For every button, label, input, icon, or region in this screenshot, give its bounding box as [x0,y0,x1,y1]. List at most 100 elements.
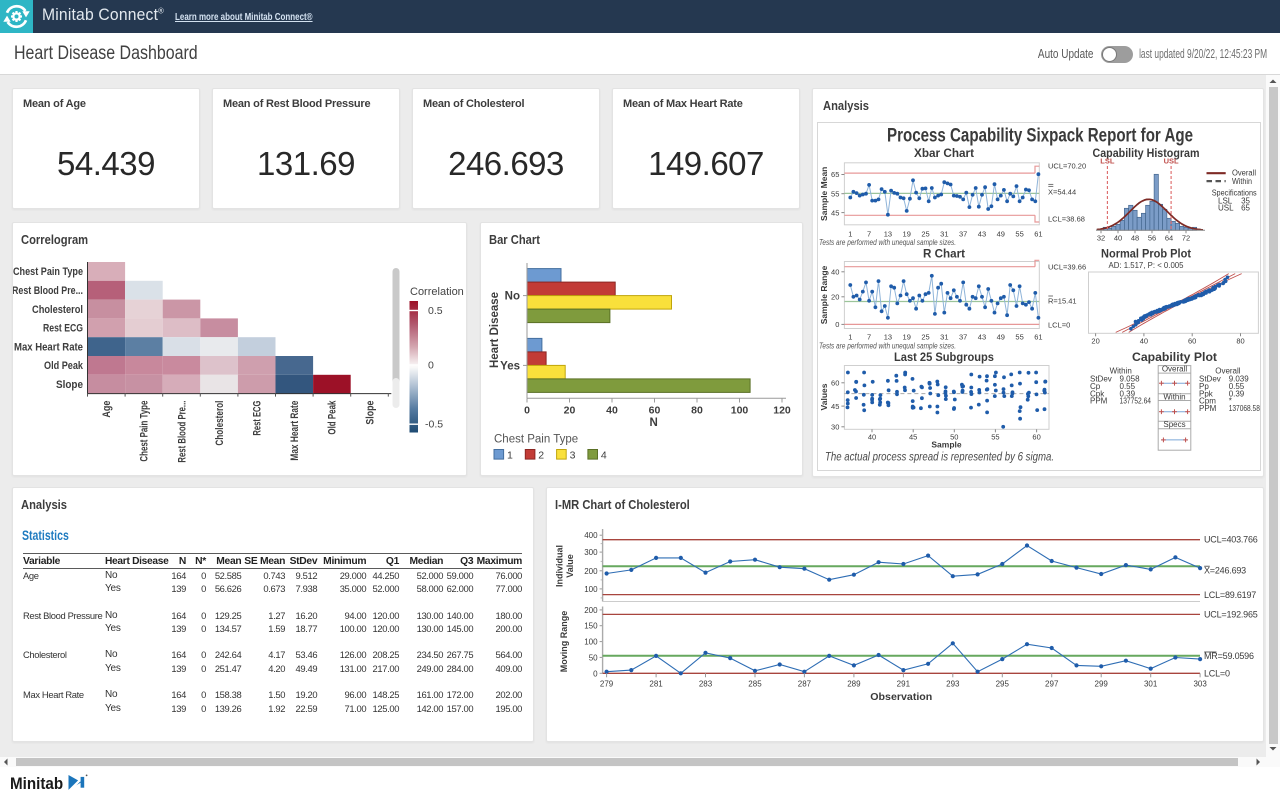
svg-text:MR=59.0596: MR=59.0596 [1204,651,1254,661]
svg-text:60: 60 [831,379,839,388]
svg-text:PPM: PPM [1090,397,1108,406]
svg-text:100: 100 [731,405,749,417]
svg-text:60: 60 [1032,432,1040,441]
svg-text:200: 200 [584,606,598,615]
svg-text:Rest ECG: Rest ECG [252,401,264,436]
svg-text:301: 301 [1144,680,1158,689]
svg-text:72: 72 [1182,233,1190,242]
svg-text:UCL=192.965: UCL=192.965 [1204,610,1258,620]
svg-text:285: 285 [748,680,762,689]
svg-text:50: 50 [589,653,598,662]
svg-text:1: 1 [507,449,513,461]
svg-text:200: 200 [584,567,598,576]
svg-text:0: 0 [524,405,530,417]
svg-text:40: 40 [868,432,876,441]
svg-text:Rest Blood Pre...: Rest Blood Pre... [176,401,188,463]
svg-text:297: 297 [1045,680,1059,689]
svg-text:20: 20 [564,405,576,417]
svg-text:64: 64 [1165,233,1173,242]
svg-text:303: 303 [1193,680,1207,689]
svg-text:No: No [505,291,520,303]
svg-text:56: 56 [1148,233,1156,242]
svg-text:Max Heart Rate: Max Heart Rate [289,401,301,461]
svg-text:LCL=38.68: LCL=38.68 [1048,214,1085,223]
svg-text:Xbar Chart: Xbar Chart [914,146,974,160]
svg-text:60: 60 [1188,336,1196,345]
svg-text:55: 55 [991,432,999,441]
svg-text:25: 25 [921,333,929,342]
svg-text:400: 400 [584,531,598,540]
svg-text:Chest Pain Type: Chest Pain Type [13,266,83,278]
svg-text:LCL=0: LCL=0 [1204,669,1230,679]
svg-text:Old Peak: Old Peak [44,360,84,372]
svg-text:Moving Range: Moving Range [559,611,569,673]
svg-text:295: 295 [996,680,1010,689]
svg-text:0: 0 [428,360,434,372]
svg-text:49: 49 [997,230,1005,239]
svg-text:40: 40 [1140,336,1148,345]
svg-text:Rest ECG: Rest ECG [43,323,83,335]
svg-text:Process Capability Sixpack Rep: Process Capability Sixpack Report for Ag… [887,126,1193,147]
svg-text:Cholesterol: Cholesterol [32,304,83,316]
svg-text:32: 32 [1097,233,1105,242]
svg-text:7: 7 [867,333,871,342]
svg-text:283: 283 [699,680,713,689]
svg-text:2: 2 [538,449,544,461]
svg-text:293: 293 [946,680,960,689]
svg-text:0: 0 [593,669,598,678]
svg-text:UCL=70.20: UCL=70.20 [1048,162,1086,171]
svg-text:291: 291 [897,680,911,689]
svg-text:Yes: Yes [500,360,520,372]
svg-text:287: 287 [798,680,812,689]
svg-text:0.5: 0.5 [428,305,443,317]
svg-text:R=15.41: R=15.41 [1048,297,1077,306]
svg-text:19: 19 [903,333,911,342]
svg-text:Value: Value [565,554,575,578]
svg-text:45: 45 [909,432,917,441]
svg-text:45: 45 [831,402,839,411]
svg-text:Cholesterol: Cholesterol [214,401,226,446]
svg-text:LSL: LSL [1100,157,1115,166]
svg-text:UCL=403.766: UCL=403.766 [1204,535,1258,545]
svg-text:13: 13 [884,333,892,342]
svg-text:120: 120 [773,405,791,417]
svg-text:Values: Values [819,383,829,410]
svg-text:80: 80 [1236,336,1244,345]
svg-text:Max Heart Rate: Max Heart Rate [14,341,83,353]
svg-text:150: 150 [584,622,598,631]
svg-text:USL: USL [1218,204,1234,213]
svg-text:Age: Age [101,401,113,418]
svg-text:289: 289 [847,680,861,689]
svg-text:X=54.44: X=54.44 [1048,187,1076,196]
svg-text:Sample: Sample [931,440,962,450]
svg-text:Rest Blood Pre...: Rest Blood Pre... [13,285,83,297]
svg-text:20: 20 [831,293,839,302]
svg-text:55: 55 [1015,230,1023,239]
svg-text:Sample Mean: Sample Mean [819,167,829,221]
svg-text:37: 37 [959,230,967,239]
svg-text:55: 55 [1015,333,1023,342]
svg-text:Individual: Individual [555,545,565,587]
svg-text:Old Peak: Old Peak [327,400,339,435]
svg-text:Within: Within [1232,177,1252,186]
svg-text:40: 40 [606,405,618,417]
svg-text:65: 65 [1241,204,1250,213]
svg-text:AD: 1.517, P: < 0.005: AD: 1.517, P: < 0.005 [1109,261,1185,270]
svg-text:137752.64: 137752.64 [1120,397,1152,406]
svg-text:Capability Plot: Capability Plot [1132,350,1217,364]
svg-text:0: 0 [835,320,839,329]
svg-text:37: 37 [959,333,967,342]
svg-text:31: 31 [940,333,948,342]
svg-text:Chest Pain Type: Chest Pain Type [494,434,578,446]
svg-text:45: 45 [831,208,839,217]
svg-text:1: 1 [848,333,852,342]
svg-text:3: 3 [570,449,576,461]
svg-text:300: 300 [584,548,598,557]
svg-text:281: 281 [649,680,663,689]
svg-text:Slope: Slope [56,379,83,391]
svg-text:61: 61 [1034,230,1042,239]
svg-text:-0.5: -0.5 [425,419,443,431]
svg-text:4: 4 [601,449,607,461]
svg-text:Heart Disease: Heart Disease [489,292,501,368]
svg-text:137068.58: 137068.58 [1229,404,1261,413]
